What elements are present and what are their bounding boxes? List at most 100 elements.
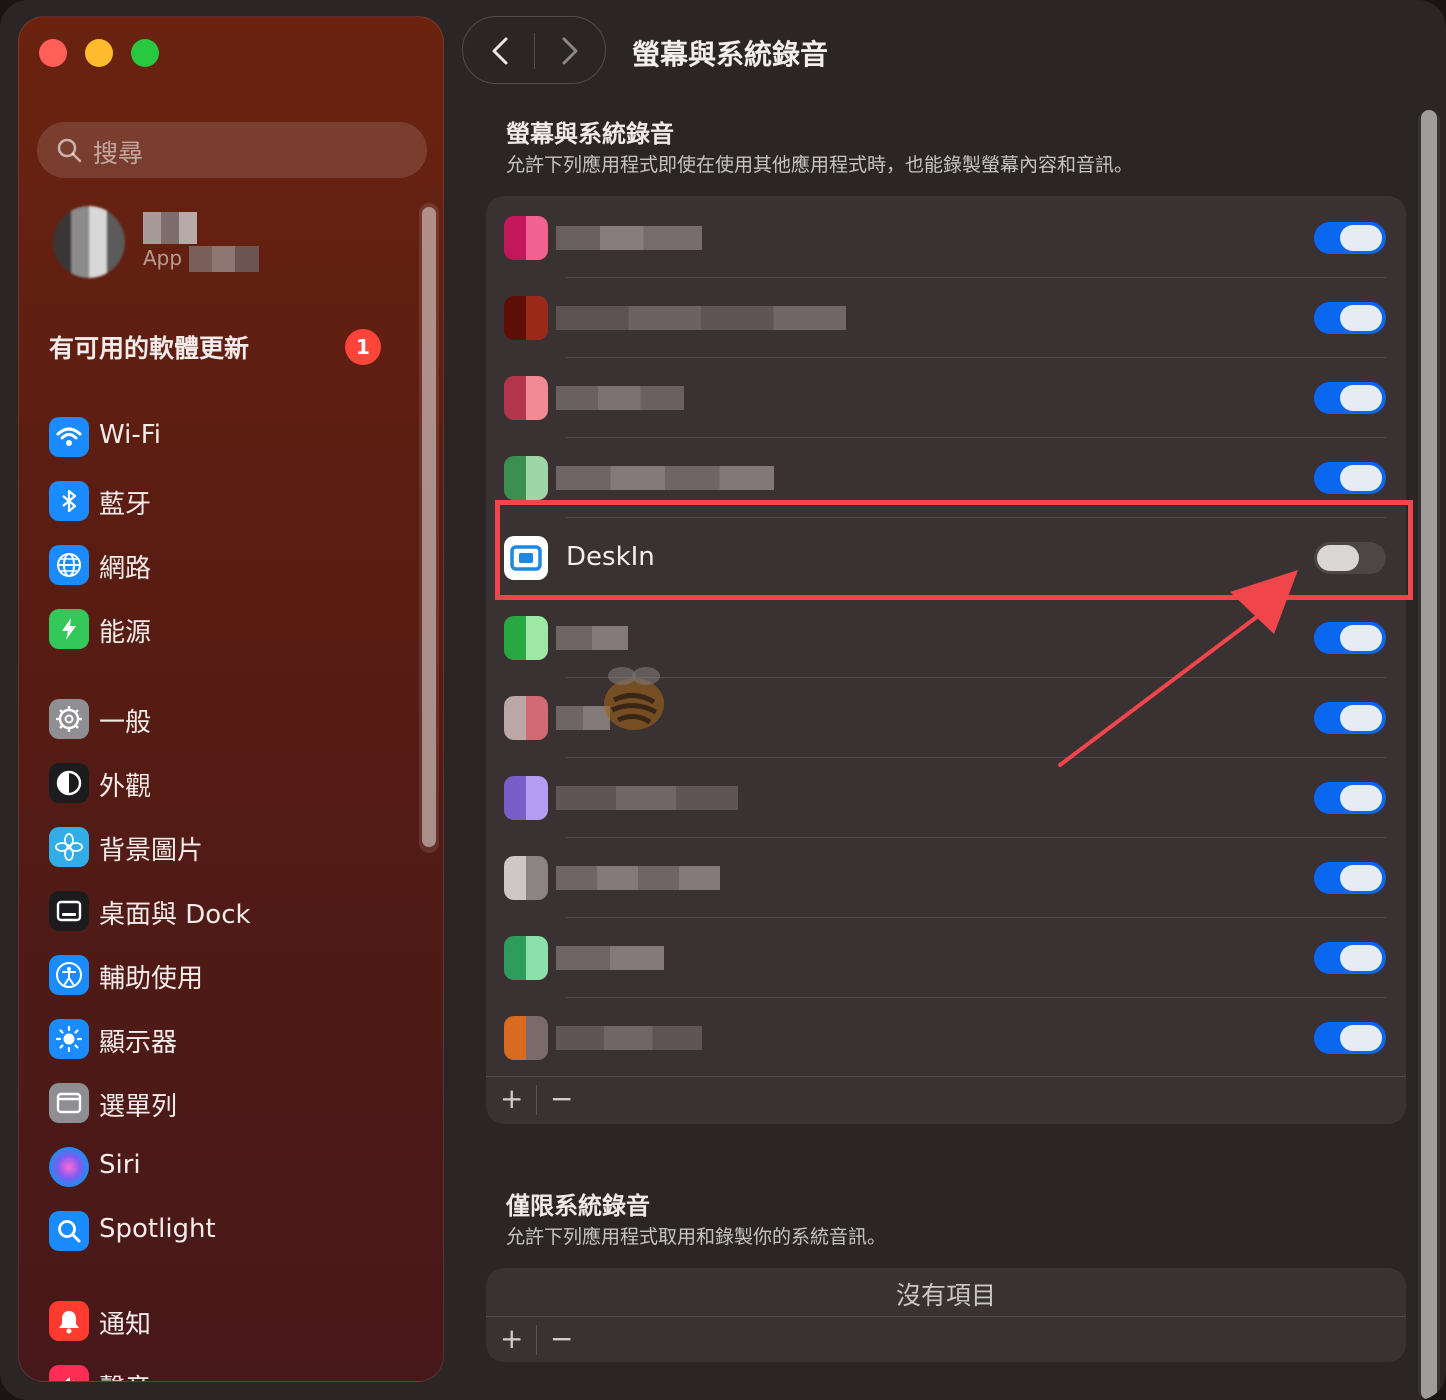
sidebar-item-label: 藍牙 xyxy=(99,490,152,520)
profile-subtitle: App xyxy=(143,246,183,270)
search-field[interactable]: 搜尋 xyxy=(37,122,427,178)
software-update-item[interactable]: 有可用的軟體更新 1 xyxy=(49,327,399,367)
app-row[interactable] xyxy=(486,358,1406,438)
bee-watermark-icon xyxy=(604,667,664,730)
bell-icon xyxy=(49,1301,89,1341)
sidebar-item-sound[interactable]: 聲音 xyxy=(47,1361,417,1381)
speaker-icon xyxy=(49,1365,89,1381)
sidebar-scroll-thumb[interactable] xyxy=(422,207,436,847)
app-icon xyxy=(504,616,548,660)
app-row[interactable] xyxy=(486,918,1406,998)
sun-icon xyxy=(49,1019,89,1059)
menubar-icon xyxy=(49,1083,89,1123)
sidebar-item-label: Siri xyxy=(99,1150,141,1180)
app-icon xyxy=(504,1016,548,1060)
app-name-redacted xyxy=(556,306,846,330)
app-permission-toggle[interactable] xyxy=(1314,862,1386,894)
sidebar-item-network[interactable]: 網路 xyxy=(47,541,417,589)
back-icon[interactable] xyxy=(483,33,519,69)
empty-list-text: 沒有項目 xyxy=(895,1281,996,1310)
page-title: 螢幕與系統錄音 xyxy=(632,38,829,71)
app-permission-toggle[interactable] xyxy=(1314,782,1386,814)
app-permission-toggle[interactable] xyxy=(1314,942,1386,974)
sidebar-item-label: 能源 xyxy=(99,618,152,648)
app-icon xyxy=(504,456,548,500)
app-name-redacted xyxy=(556,786,738,810)
forward-icon[interactable] xyxy=(551,33,587,69)
section-description-screen: 允許下列應用程式即使在使用其他應用程式時，也能錄製螢幕內容和音訊。 xyxy=(506,154,1134,176)
sidebar-item-label: 輔助使用 xyxy=(99,964,204,994)
settings-window: 搜尋 App 有可用的軟體更新 1 Wi-Fi 藍牙 網路 能源 一般 外觀 背… xyxy=(0,0,1446,1400)
sidebar: 搜尋 App 有可用的軟體更新 1 Wi-Fi 藍牙 網路 能源 一般 外觀 背… xyxy=(18,16,444,1382)
sidebar-item-label: 聲音 xyxy=(99,1368,151,1381)
app-permission-toggle[interactable] xyxy=(1314,302,1386,334)
app-row[interactable] xyxy=(486,278,1406,358)
app-permission-toggle[interactable] xyxy=(1314,1022,1386,1054)
siri-icon xyxy=(49,1147,89,1187)
bluetooth-icon xyxy=(49,481,89,521)
sidebar-item-notifications[interactable]: 通知 xyxy=(47,1297,417,1345)
remove-app-button[interactable]: − xyxy=(550,1085,573,1113)
magnifier-icon xyxy=(49,1211,89,1251)
sidebar-item-label: Wi-Fi xyxy=(99,420,162,450)
system-audio-app-list: 沒有項目 + − xyxy=(486,1268,1406,1362)
sidebar-scrollbar[interactable] xyxy=(419,203,439,853)
gear-icon xyxy=(49,699,89,739)
history-nav xyxy=(462,16,606,84)
sidebar-item-spotlight[interactable]: Spotlight xyxy=(47,1207,417,1255)
app-permission-toggle[interactable] xyxy=(1314,702,1386,734)
globe-icon xyxy=(49,545,89,585)
sidebar-item-wallpaper[interactable]: 背景圖片 xyxy=(47,823,417,871)
sidebar-item-wifi[interactable]: Wi-Fi xyxy=(47,413,417,461)
minimize-window-button[interactable] xyxy=(85,39,113,67)
sidebar-item-bluetooth[interactable]: 藍牙 xyxy=(47,477,417,525)
sidebar-item-appearance[interactable]: 外觀 xyxy=(47,759,417,807)
app-row[interactable] xyxy=(486,998,1406,1078)
sidebar-item-label: 外觀 xyxy=(99,772,152,802)
app-icon xyxy=(504,376,548,420)
sidebar-item-siri[interactable]: Siri xyxy=(47,1143,417,1191)
dock-icon xyxy=(49,891,89,931)
sidebar-item-label: 背景圖片 xyxy=(99,836,204,866)
sidebar-item-label: 一般 xyxy=(99,708,152,738)
app-name-redacted xyxy=(556,946,664,970)
search-placeholder: 搜尋 xyxy=(93,139,144,168)
app-permission-toggle[interactable] xyxy=(1314,382,1386,414)
sidebar-item-energy[interactable]: 能源 xyxy=(47,605,417,653)
section-title-audio: 僅限系統錄音 xyxy=(506,1192,650,1220)
sidebar-item-menu-bar[interactable]: 選單列 xyxy=(47,1079,417,1127)
nav-divider xyxy=(534,33,535,69)
sidebar-item-label: 桌面與 Dock xyxy=(99,900,251,930)
app-name-redacted xyxy=(556,226,702,250)
app-row[interactable] xyxy=(486,198,1406,278)
add-app-button[interactable]: + xyxy=(500,1325,523,1353)
sidebar-item-displays[interactable]: 顯示器 xyxy=(47,1015,417,1063)
remove-app-button[interactable]: − xyxy=(550,1325,573,1353)
sidebar-item-desktop-dock[interactable]: 桌面與 Dock xyxy=(47,887,417,935)
sidebar-item-accessibility[interactable]: 輔助使用 xyxy=(47,951,417,999)
app-permission-toggle[interactable] xyxy=(1314,622,1386,654)
close-window-button[interactable] xyxy=(39,39,67,67)
app-row[interactable] xyxy=(486,838,1406,918)
main-scrollbar[interactable] xyxy=(1418,110,1440,1400)
accessibility-icon xyxy=(49,955,89,995)
sidebar-item-label: 通知 xyxy=(99,1310,152,1340)
section-title-screen: 螢幕與系統錄音 xyxy=(506,120,674,148)
software-update-label: 有可用的軟體更新 xyxy=(49,334,250,363)
update-count-badge: 1 xyxy=(345,329,381,365)
app-row[interactable] xyxy=(486,758,1406,838)
app-icon xyxy=(504,776,548,820)
app-name-redacted xyxy=(556,626,628,650)
app-permission-toggle[interactable] xyxy=(1314,222,1386,254)
sidebar-item-label: 顯示器 xyxy=(99,1028,178,1058)
apple-account[interactable]: App xyxy=(49,202,429,282)
profile-name-redacted xyxy=(143,212,197,244)
main-scroll-thumb[interactable] xyxy=(1421,110,1437,1400)
zoom-window-button[interactable] xyxy=(131,39,159,67)
section-description-audio: 允許下列應用程式取用和錄製你的系統音訊。 xyxy=(506,1226,887,1248)
add-app-button[interactable]: + xyxy=(500,1085,523,1113)
sidebar-item-general[interactable]: 一般 xyxy=(47,695,417,743)
highlight-box xyxy=(495,500,1413,600)
list-footer: + − xyxy=(486,1076,1406,1123)
app-permission-toggle[interactable] xyxy=(1314,462,1386,494)
